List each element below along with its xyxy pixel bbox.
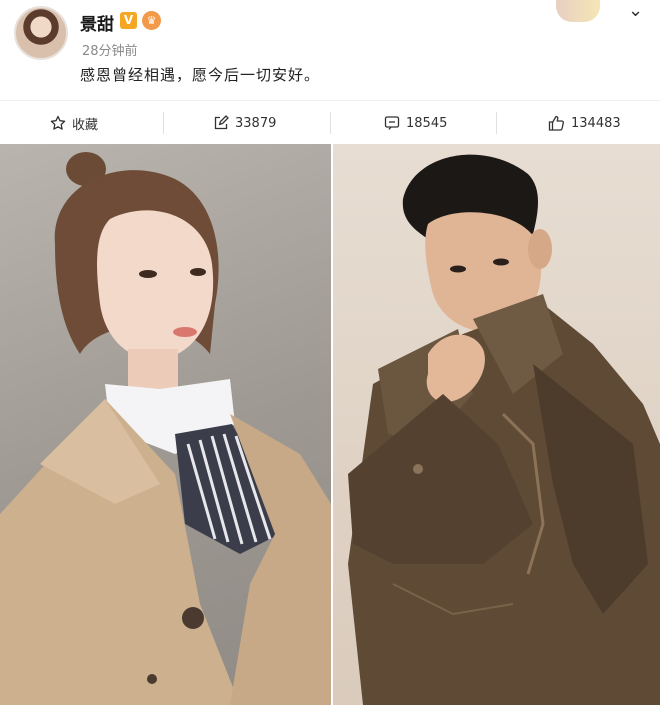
repost-button[interactable]: 33879 (213, 101, 276, 145)
repost-count: 33879 (235, 115, 277, 131)
member-level-icon: ♛ (142, 11, 161, 30)
post-photo-right[interactable] (333, 144, 660, 705)
chevron-down-icon[interactable]: ⌄ (628, 0, 643, 21)
post-text: 感恩曾经相遇，愿今后一切安好。 (80, 66, 321, 84)
post-photo-left[interactable] (0, 144, 331, 705)
edit-share-icon (213, 115, 229, 131)
action-divider (496, 112, 497, 134)
photo-illustration-woman (0, 152, 331, 705)
username[interactable]: 景甜 (80, 10, 114, 35)
like-count: 134483 (571, 115, 621, 131)
verified-badge-icon: V (120, 12, 137, 29)
favorite-label: 收藏 (72, 117, 99, 133)
user-avatar[interactable] (14, 6, 68, 60)
action-divider (163, 112, 164, 134)
comment-button[interactable]: 18545 (384, 101, 447, 145)
follower-avatar[interactable] (556, 0, 600, 22)
comment-count: 18545 (406, 115, 448, 131)
post-time: 28分钟前 (82, 44, 138, 59)
favorite-button[interactable]: 收藏 (50, 101, 98, 145)
comment-icon (384, 115, 400, 131)
photo-illustration-man (348, 154, 660, 705)
like-button[interactable]: 134483 (548, 101, 621, 145)
action-divider (330, 112, 331, 134)
star-outline-icon (50, 115, 66, 131)
thumbs-up-icon (548, 115, 565, 131)
post-header: 景甜 V ♛ 28分钟前 感恩曾经相遇，愿今后一切安好。 ⌄ (0, 0, 660, 100)
